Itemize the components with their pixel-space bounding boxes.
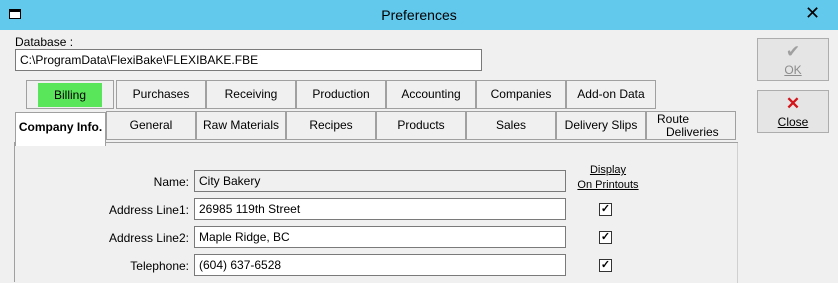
address-line2-display-checkbox[interactable]: ✓ — [599, 231, 612, 244]
telephone-display-checkbox[interactable]: ✓ — [599, 259, 612, 272]
tab-raw-materials[interactable]: Raw Materials — [196, 111, 286, 140]
tab-production[interactable]: Production — [296, 80, 386, 109]
ok-button[interactable]: ✔ OK — [757, 38, 829, 81]
telephone-label: Telephone: — [130, 259, 189, 273]
name-field: City Bakery — [194, 170, 566, 192]
tab-receiving[interactable]: Receiving — [206, 80, 296, 109]
title-bar: Preferences ✕ — [0, 0, 838, 30]
tab-purchases[interactable]: Purchases — [116, 80, 206, 109]
close-button[interactable]: ✕ Close — [757, 90, 829, 133]
display-on-printouts-header: Display On Printouts — [570, 163, 646, 193]
tab-companies[interactable]: Companies — [476, 80, 566, 109]
database-path-field[interactable]: C:\ProgramData\FlexiBake\FLEXIBAKE.FBE — [15, 49, 482, 71]
ok-button-label: OK — [784, 63, 802, 77]
address-line1-label: Address Line1: — [108, 203, 189, 217]
close-button-label: Close — [777, 115, 809, 129]
tab-billing-label[interactable]: Billing — [38, 83, 102, 107]
panel-scroll-edge — [733, 143, 738, 283]
red-x-icon: ✕ — [785, 94, 801, 113]
tab-route-deliveries-line2: Deliveries — [666, 125, 719, 139]
tab-recipes[interactable]: Recipes — [286, 111, 376, 140]
tab-delivery-slips[interactable]: Delivery Slips — [556, 111, 646, 140]
tab-sales[interactable]: Sales — [466, 111, 556, 140]
display-header-line2: On Printouts — [577, 179, 639, 191]
display-header-line1: Display — [589, 164, 627, 176]
tab-accounting[interactable]: Accounting — [386, 80, 476, 109]
tab-company-info[interactable]: Company Info. — [15, 112, 106, 146]
window-title: Preferences — [381, 7, 457, 23]
tab-general[interactable]: General — [106, 111, 196, 140]
tab-route-deliveries[interactable]: Route Deliveries — [646, 111, 736, 140]
name-label: Name: — [153, 175, 189, 189]
database-label: Database : — [15, 35, 74, 49]
checkmark-icon: ✔ — [785, 42, 801, 61]
telephone-field[interactable]: (604) 637-6528 — [194, 254, 566, 276]
tab-add-on-data[interactable]: Add-on Data — [566, 80, 656, 109]
address-line2-label: Address Line2: — [108, 231, 189, 245]
address-line2-field[interactable]: Maple Ridge, BC — [194, 226, 566, 248]
address-line1-display-checkbox[interactable]: ✓ — [599, 203, 612, 216]
address-line1-field[interactable]: 26985 119th Street — [194, 198, 566, 220]
tab-products[interactable]: Products — [376, 111, 466, 140]
window-close-icon[interactable]: ✕ — [805, 3, 820, 24]
